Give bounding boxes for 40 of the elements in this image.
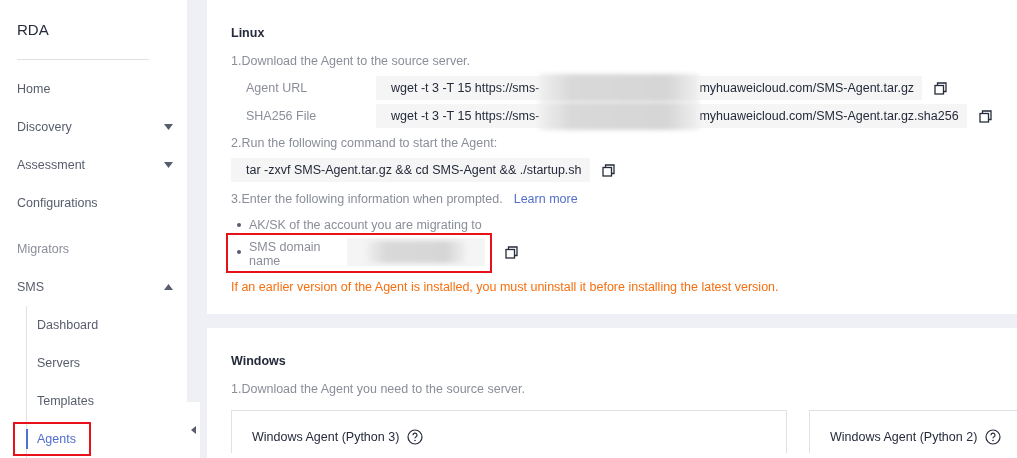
field-label: SHA256 File xyxy=(246,109,318,123)
copy-icon[interactable] xyxy=(601,163,615,177)
nav-subitem[interactable]: Servers xyxy=(37,353,81,373)
field-label: SMS domain name xyxy=(249,240,322,268)
section-title: Windows xyxy=(231,354,287,368)
command-field: wget -t 3 -T 15 https://sms- myhuaweicloud.com/SMS-Agent.tar.gz xyxy=(376,76,923,100)
nav-subitem[interactable]: Agents xyxy=(26,429,76,449)
field-label: Agent URL xyxy=(246,81,309,95)
caret-icon xyxy=(164,284,173,290)
agent-title: Windows Agent (Python 2) xyxy=(830,430,978,444)
warning-text: If an earlier version of the Agent is installed, you must uninstall it before installing the latest version. xyxy=(231,280,780,294)
nav-item[interactable]: Discovery xyxy=(17,108,187,146)
app-title: RDA xyxy=(17,0,149,60)
bullet-icon xyxy=(237,250,241,254)
bullet-text: AK/SK of the account you are migrating to xyxy=(249,218,482,232)
nav-item[interactable]: Home xyxy=(17,70,187,108)
collapse-icon xyxy=(191,426,196,434)
nav-section-label: Migrators xyxy=(17,241,71,258)
step-text: 1.Download the Agent to the source server. xyxy=(231,54,471,68)
section-title: Linux xyxy=(231,26,266,40)
agent-title: Windows Agent (Python 3) xyxy=(252,430,400,444)
nav-subitem[interactable]: Templates xyxy=(37,391,94,411)
copy-icon[interactable] xyxy=(978,109,992,123)
step-text: 3.Enter the following information when prompted. xyxy=(231,192,503,206)
caret-icon xyxy=(164,124,173,130)
help-icon[interactable] xyxy=(985,429,1002,445)
nav-item[interactable]: Configurations xyxy=(17,184,187,222)
nav-item[interactable]: SMS xyxy=(17,268,187,306)
copy-icon[interactable] xyxy=(934,81,948,95)
bullet-icon xyxy=(237,223,241,227)
nav-subitem[interactable]: Dashboard xyxy=(37,315,99,335)
step-text: 1.Download the Agent you need to the source server. xyxy=(231,382,525,396)
step-text: 2.Run the following command to start the Agent: xyxy=(231,136,498,150)
command-field: tar -zxvf SMS-Agent.tar.gz && cd SMS-Agent && ./startup.sh xyxy=(231,158,590,182)
caret-icon xyxy=(164,162,173,168)
nav-item[interactable]: Assessment xyxy=(17,146,187,184)
command-field: wget -t 3 -T 15 https://sms- myhuaweicloud.com/SMS-Agent.tar.gz.sha256 xyxy=(376,104,967,128)
help-icon[interactable] xyxy=(407,429,424,445)
copy-icon[interactable] xyxy=(505,245,518,259)
learn-more-link[interactable]: Learn more xyxy=(513,192,578,206)
